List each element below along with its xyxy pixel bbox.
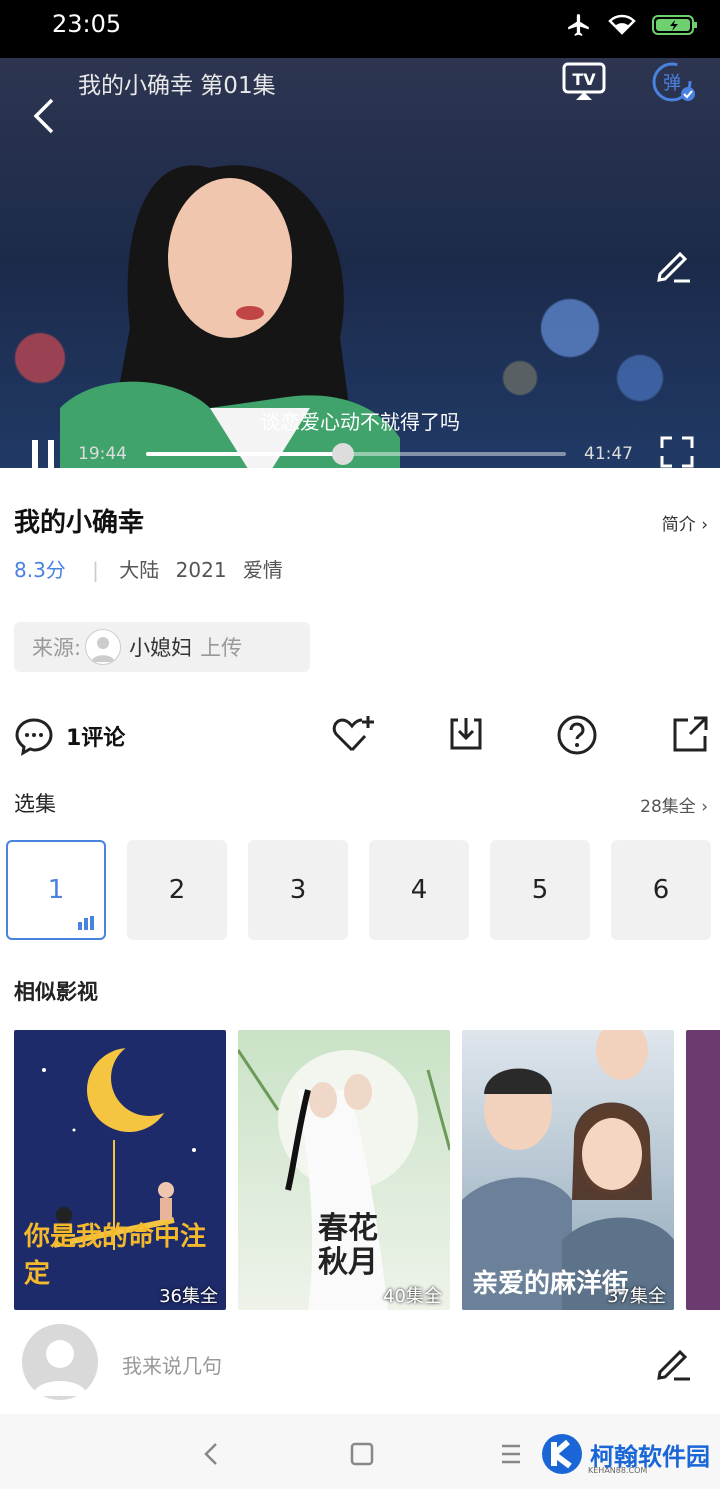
user-icon: [32, 1340, 88, 1396]
pause-icon[interactable]: [28, 438, 58, 468]
episode-number: 3: [289, 875, 307, 905]
status-bar: 23:05: [0, 0, 720, 58]
show-year: 2021: [175, 558, 227, 582]
chevron-right-icon: ›: [701, 515, 708, 535]
episode-button-1[interactable]: 1: [6, 840, 106, 940]
similar-poster-4[interactable]: [686, 1030, 720, 1310]
episode-button-2[interactable]: 2: [127, 840, 227, 940]
battery-icon: [652, 15, 697, 35]
all-episodes-link[interactable]: 28集全 ›: [640, 792, 708, 817]
similar-poster-3[interactable]: 亲爱的麻洋街 37集全: [462, 1030, 674, 1310]
episode-number: 6: [652, 875, 670, 905]
comment-input[interactable]: 我来说几句: [122, 1350, 222, 1379]
edit-pencil-icon[interactable]: [654, 1342, 694, 1382]
current-time: 19:44: [78, 444, 127, 464]
status-time: 23:05: [52, 10, 122, 38]
source-label: 来源:: [32, 636, 82, 660]
nav-home-icon[interactable]: [350, 1442, 374, 1466]
comment-icon[interactable]: [14, 716, 54, 756]
nav-back-icon[interactable]: [200, 1442, 222, 1466]
tv-label: TV: [572, 70, 596, 89]
player-title: 我的小确幸 第01集: [78, 73, 276, 99]
watermark-logo: 柯翰软件园 KEHAN88.COM: [540, 1432, 710, 1476]
danmu-edit-icon[interactable]: [654, 244, 694, 284]
poster-episode-count: 37集全: [607, 1286, 666, 1307]
poster-title: 你是我的命中注定: [24, 1222, 207, 1289]
danmu-label: 弹: [663, 73, 681, 94]
share-icon[interactable]: [670, 714, 710, 754]
similar-list: 你是我的命中注定 36集全 春花秋月 40集全 亲爱的麻洋街 37集全: [14, 1030, 720, 1310]
my-avatar[interactable]: [22, 1324, 98, 1400]
video-subtitle: 谈恋爱心动不就得了吗: [260, 410, 460, 434]
total-time: 41:47: [584, 444, 633, 464]
fullscreen-icon[interactable]: [660, 436, 694, 468]
poster-episode-count: 36集全: [159, 1286, 218, 1307]
back-arrow-icon[interactable]: [26, 96, 66, 136]
action-bar: 1评论: [0, 708, 720, 760]
airplane-icon: [568, 14, 589, 36]
playing-indicator-icon: [78, 916, 94, 930]
poster-title: 亲爱的麻洋街: [472, 1269, 629, 1299]
similar-poster-2[interactable]: 春花秋月 40集全: [238, 1030, 450, 1310]
upload-label: 上传: [200, 636, 243, 660]
intro-link[interactable]: 简介 ›: [662, 510, 708, 535]
episode-button-3[interactable]: 3: [248, 840, 348, 940]
video-player[interactable]: 我的小确幸 第01集 TV 弹 谈恋爱心动不就得了吗 19:44 41:47: [0, 58, 720, 468]
episode-list: 1 2 3 4 5 6: [6, 840, 711, 940]
favorite-add-icon[interactable]: [332, 714, 376, 754]
wifi-icon: [608, 14, 636, 35]
download-icon[interactable]: [446, 714, 486, 754]
episodes-section-title: 选集: [14, 792, 56, 816]
uploader-avatar: [85, 629, 122, 665]
source-tag[interactable]: 来源: 小媳妇 上传: [14, 622, 310, 672]
episode-button-5[interactable]: 5: [490, 840, 590, 940]
episode-number: 1: [47, 875, 65, 905]
show-meta: 8.3分 | 大陆 2021 爱情: [14, 558, 283, 582]
comment-input-bar: 我来说几句: [0, 1312, 720, 1412]
progress-fill: [146, 452, 344, 456]
user-icon: [91, 637, 116, 662]
show-score: 8.3分: [14, 558, 66, 582]
episode-button-4[interactable]: 4: [369, 840, 469, 940]
episode-number: 2: [168, 875, 186, 905]
help-icon[interactable]: [556, 714, 598, 756]
show-genre: 爱情: [242, 558, 283, 582]
nav-menu-icon[interactable]: [500, 1442, 522, 1466]
show-title: 我的小确幸: [14, 508, 145, 538]
episode-button-6[interactable]: 6: [611, 840, 711, 940]
episode-number: 5: [531, 875, 549, 905]
comment-count[interactable]: 1评论: [66, 720, 125, 752]
tv-cast-icon[interactable]: TV: [562, 62, 606, 102]
intro-label: 简介: [661, 515, 696, 535]
show-region: 大陆: [119, 558, 160, 582]
poster-episode-count: 40集全: [383, 1286, 442, 1307]
poster-title: 春花秋月: [318, 1211, 378, 1280]
episode-number: 4: [410, 875, 428, 905]
chevron-right-icon: ›: [701, 797, 708, 817]
kehan-logo-icon: [542, 1434, 582, 1474]
danmu-toggle-icon[interactable]: 弹: [650, 60, 698, 104]
watermark-sub: KEHAN88.COM: [588, 1466, 648, 1475]
similar-poster-1[interactable]: 你是我的命中注定 36集全: [14, 1030, 226, 1310]
episodes-total: 28集全: [640, 797, 696, 817]
uploader-name: 小媳妇: [129, 636, 193, 660]
similar-section-title: 相似影视: [14, 980, 98, 1004]
progress-bar[interactable]: [146, 443, 566, 465]
